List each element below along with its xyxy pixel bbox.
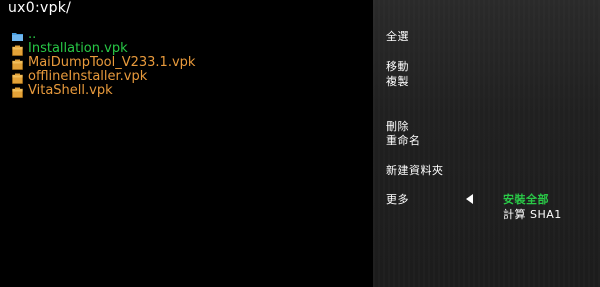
file-name: offlineInstaller.vpk [28,69,148,84]
folder-icon [12,31,23,41]
file-name: .. [28,27,37,42]
file-row-parent[interactable]: .. [12,28,195,42]
menu-item-new-folder[interactable]: 新建資料夾 [386,164,444,177]
submenu-item-calculate-sha1[interactable]: 計算 SHA1 [503,208,562,221]
package-icon [12,45,23,56]
path-bar: ux0:vpk/ [8,0,72,16]
file-list: .. Installation.vpk MaiDumpTool_V233.1.v… [12,28,195,98]
file-row[interactable]: Installation.vpk [12,42,195,56]
menu-item-delete[interactable]: 刪除 [386,120,409,133]
file-row[interactable]: offlineInstaller.vpk [12,70,195,84]
context-menu: 全選 移動 複製 刪除 重命名 新建資料夾 更多 安裝全部 計算 SHA1 [373,0,600,287]
file-name: VitaShell.vpk [28,83,113,98]
file-row[interactable]: MaiDumpTool_V233.1.vpk [12,56,195,70]
submenu-arrow-icon [466,194,473,204]
menu-item-rename[interactable]: 重命名 [386,134,421,147]
package-icon [12,87,23,98]
menu-item-copy[interactable]: 複製 [386,75,409,88]
menu-item-select-all[interactable]: 全選 [386,30,409,43]
menu-item-move[interactable]: 移動 [386,60,409,73]
file-name: Installation.vpk [28,41,128,56]
file-name: MaiDumpTool_V233.1.vpk [28,55,196,70]
menu-item-more[interactable]: 更多 [386,193,409,206]
file-row[interactable]: VitaShell.vpk [12,84,195,98]
package-icon [12,59,23,70]
submenu-item-install-all[interactable]: 安裝全部 [503,193,549,206]
package-icon [12,73,23,84]
